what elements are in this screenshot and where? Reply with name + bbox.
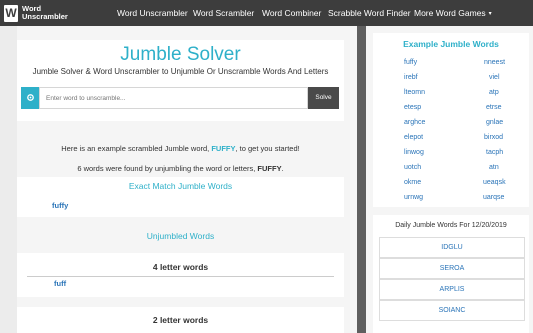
example-word-link[interactable]: okme [404, 179, 421, 186]
caret-down-icon: ▾ [488, 11, 492, 17]
nav-word-unscrambler[interactable]: Word Unscrambler [117, 0, 188, 26]
example-word-link[interactable]: etesp [404, 104, 421, 111]
daily-word[interactable]: ARPLIS [379, 279, 525, 300]
example-word-link[interactable]: viel [489, 74, 500, 81]
nav-word-scrambler[interactable]: Word Scrambler [193, 0, 254, 26]
site-logo[interactable]: W Word Unscrambler [4, 3, 68, 23]
example-words-title: Example Jumble Words [403, 39, 499, 49]
example-word-link[interactable]: arghce [404, 119, 425, 126]
found-pre: 6 words were found by unjumbling the wor… [77, 164, 258, 173]
example-word-link[interactable]: fuffy [404, 59, 417, 66]
search-input[interactable] [39, 87, 308, 109]
example-word-link[interactable]: atp [489, 89, 499, 96]
nav-scrabble-word-finder[interactable]: Scrabble Word Finder [328, 0, 411, 26]
daily-jumble-panel: Daily Jumble Words For 12/20/2019 IDGLU … [373, 215, 529, 333]
nav-more-word-games-label: More Word Games [414, 8, 486, 18]
exact-match-title: Exact Match Jumble Words [128, 181, 233, 191]
example-word-link[interactable]: uarqse [483, 194, 504, 201]
word-fuff[interactable]: fuff [54, 279, 66, 288]
two-letter-title: 2 letter words [152, 315, 209, 325]
example-words-panel: Example Jumble Words fuffy irebf lteomn … [373, 33, 529, 207]
daily-word[interactable]: IDGLU [379, 237, 525, 258]
found-summary: 6 words were found by unjumbling the wor… [17, 164, 344, 173]
logo-text: Word Unscrambler [22, 5, 68, 21]
nav-more-word-games[interactable]: More Word Games ▾ [414, 0, 492, 26]
example-word-link[interactable]: uotch [404, 164, 421, 171]
search-bar: Solve [21, 87, 339, 109]
two-letter-panel: 2 letter words [17, 307, 344, 333]
example-word[interactable]: FUFFY [211, 144, 235, 153]
example-intro-post: , to get you started! [235, 144, 300, 153]
example-word-link[interactable]: ueaqsk [483, 179, 506, 186]
example-word-link[interactable]: birxod [484, 134, 503, 141]
daily-word[interactable]: SOIANC [379, 300, 525, 321]
daily-word[interactable]: SEROA [379, 258, 525, 279]
found-word: FUFFY [257, 164, 282, 173]
example-word-link[interactable]: linwog [404, 149, 424, 156]
page-title: Jumble Solver [120, 44, 241, 65]
page-subtitle: Jumble Solver & Word Unscrambler to Unju… [32, 67, 329, 76]
logo-line-2: Unscrambler [22, 12, 68, 21]
daily-jumble-title: Daily Jumble Words For 12/20/2019 [395, 222, 507, 229]
example-word-link[interactable]: tacph [486, 149, 503, 156]
exact-word-fuffy[interactable]: fuffy [52, 201, 68, 210]
top-nav: W Word Unscrambler Word Unscrambler Word… [0, 0, 533, 26]
logo-mark: W [4, 4, 18, 22]
example-word-link[interactable]: irebf [404, 74, 418, 81]
gear-icon[interactable] [21, 87, 39, 109]
solver-panel: Jumble Solver Jumble Solver & Word Unscr… [17, 40, 344, 121]
found-post: . [281, 164, 284, 173]
nav-word-combiner[interactable]: Word Combiner [262, 0, 321, 26]
divider [27, 276, 334, 277]
example-word-link[interactable]: nneest [484, 59, 505, 66]
example-word-link[interactable]: urnwg [404, 194, 423, 201]
example-intro: Here is an example scrambled Jumble word… [17, 144, 344, 153]
four-letter-panel: 4 letter words fuff [17, 253, 344, 297]
main-content: Jumble Solver Jumble Solver & Word Unscr… [17, 40, 344, 333]
example-word-link[interactable]: gnlae [486, 119, 503, 126]
four-letter-title: 4 letter words [152, 262, 209, 272]
divider-bar [357, 26, 366, 333]
example-word-link[interactable]: atn [489, 164, 499, 171]
example-word-link[interactable]: elepot [404, 134, 423, 141]
exact-match-panel: Exact Match Jumble Words fuffy [17, 177, 344, 217]
unjumbled-title: Unjumbled Words [146, 231, 215, 241]
solve-button[interactable]: Solve [308, 87, 339, 109]
example-word-link[interactable]: lteomn [404, 89, 425, 96]
example-word-link[interactable]: etrse [486, 104, 502, 111]
left-gutter [0, 26, 17, 333]
example-intro-pre: Here is an example scrambled Jumble word… [61, 144, 212, 153]
